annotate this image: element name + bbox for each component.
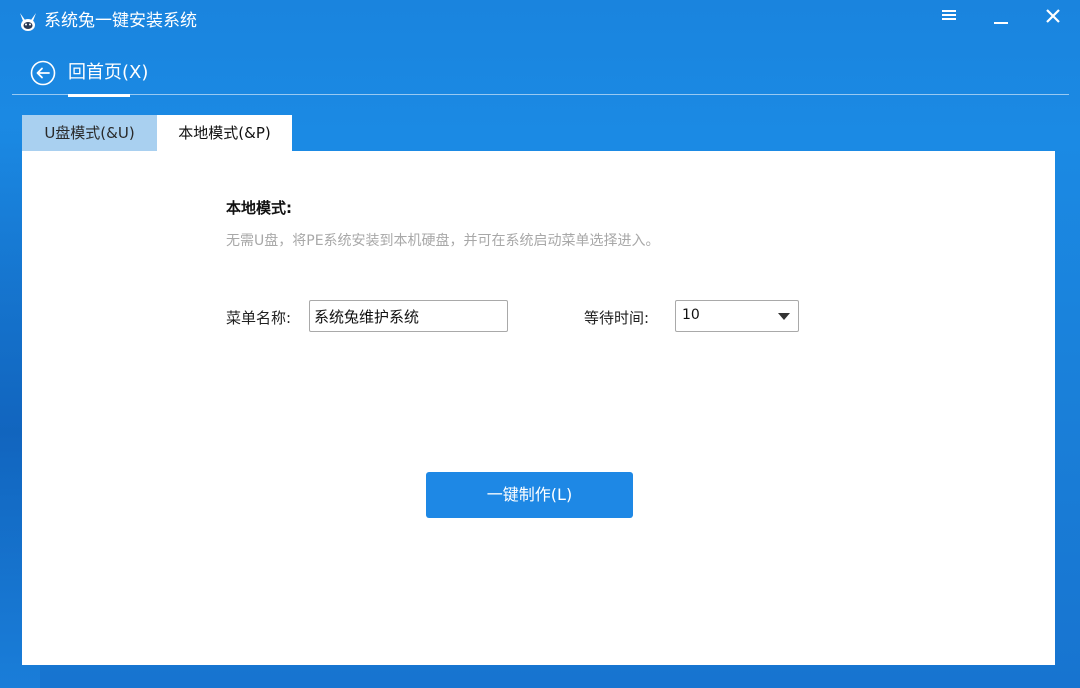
tab-local-mode[interactable]: 本地模式(&P)	[157, 115, 292, 151]
mode-description: 无需U盘，将PE系统安装到本机硬盘，并可在系统启动菜单选择进入。	[226, 230, 660, 250]
close-icon	[1045, 8, 1061, 24]
local-mode-panel: 本地模式: 无需U盘，将PE系统安装到本机硬盘，并可在系统启动菜单选择进入。 菜…	[22, 151, 1055, 665]
app-window: 系统兔一键安装系统 回首页(X) U盘模式(&U) 本地模式(&P	[0, 0, 1080, 688]
menu-name-input[interactable]	[309, 300, 508, 332]
title-bar: 系统兔一键安装系统	[0, 0, 1080, 44]
back-home-label: 回首页(X)	[68, 62, 148, 84]
back-arrow-icon	[30, 60, 56, 86]
rabbit-logo-icon	[17, 12, 39, 32]
menu-button[interactable]	[936, 8, 962, 34]
minimize-button[interactable]	[988, 8, 1014, 34]
minimize-icon	[993, 8, 1009, 24]
one-click-make-button[interactable]: 一键制作(L)	[426, 472, 633, 518]
tab-usb-mode[interactable]: U盘模式(&U)	[22, 115, 157, 151]
back-home-underline	[68, 94, 130, 97]
app-title: 系统兔一键安装系统	[44, 10, 197, 32]
dropdown-arrow-icon	[778, 313, 790, 320]
header-divider	[12, 94, 1069, 95]
menu-name-label: 菜单名称:	[226, 308, 291, 328]
wait-time-value: 10	[682, 307, 700, 323]
close-button[interactable]	[1040, 8, 1066, 34]
wait-time-label: 等待时间:	[584, 308, 649, 328]
menu-icon	[942, 8, 956, 22]
wait-time-select[interactable]: 10	[675, 300, 799, 332]
mode-title: 本地模式:	[226, 197, 292, 218]
